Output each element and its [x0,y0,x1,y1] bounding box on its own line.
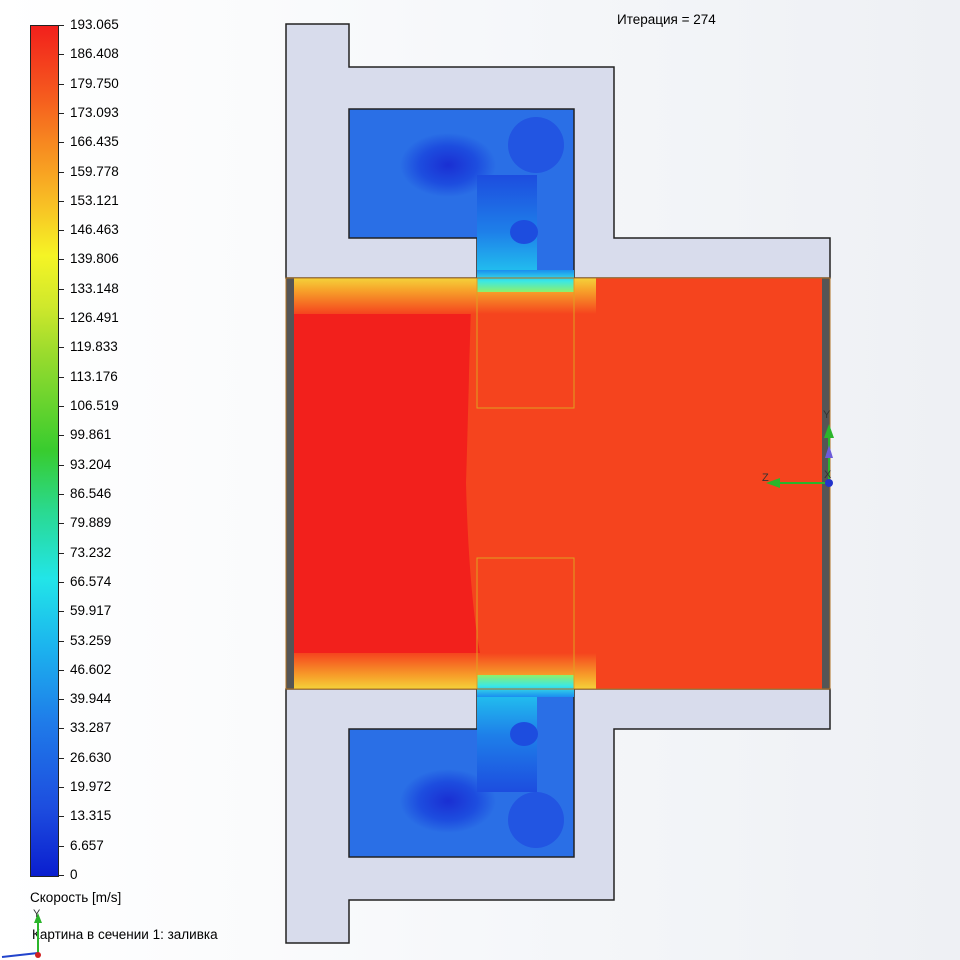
axis-x-label: X [824,469,832,481]
main-flow-passage [285,270,831,697]
flow-cut-plot[interactable]: Y X Z [0,0,960,960]
axis-y-label: Y [823,409,831,421]
axis-z-label: Z [762,472,769,484]
corner-axis-y-label: Y [33,908,41,920]
corner-triad: Y [1,908,42,958]
